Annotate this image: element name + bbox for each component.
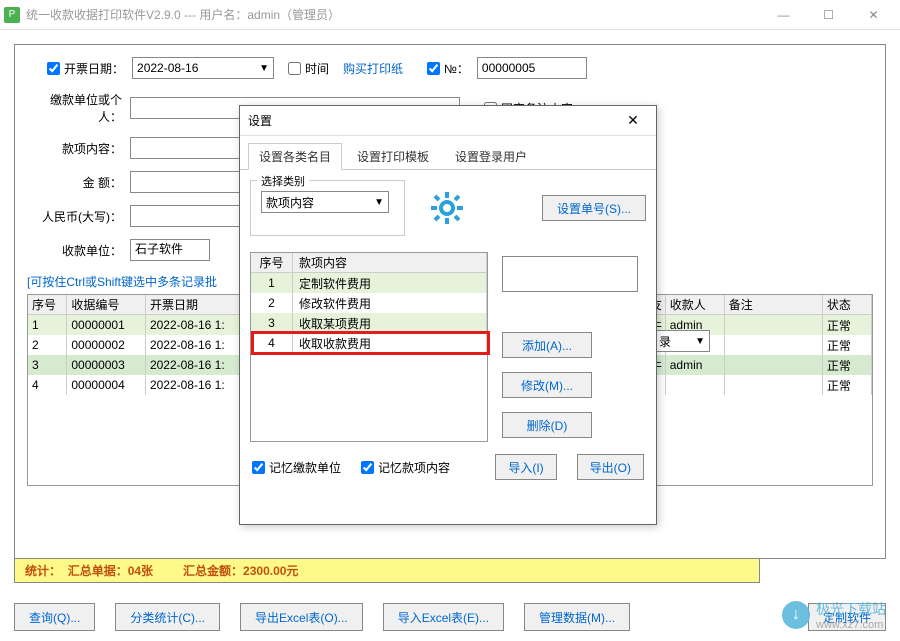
app-icon: P <box>4 7 20 23</box>
amount-cn-label: 人民币(大写)： <box>27 208 122 225</box>
close-button[interactable]: ✕ <box>851 0 896 30</box>
add-button[interactable]: 添加(A)... <box>502 332 592 358</box>
dialog-close-button[interactable]: ✕ <box>618 109 648 133</box>
stats-bar: 统计： 汇总单据：04张 汇总金额：2300.00元 <box>14 559 760 583</box>
amount-label: 金 额： <box>27 174 122 191</box>
time-checkbox-label[interactable]: 时间 <box>288 60 329 77</box>
manage-data-button[interactable]: 管理数据(M)... <box>524 603 630 631</box>
payee-label: 收款单位： <box>27 242 122 259</box>
num-input[interactable]: 00000005 <box>477 57 587 79</box>
date-checkbox-label[interactable]: 开票日期： <box>47 60 124 77</box>
titlebar: P 统一收款收据打印软件V2.9.0 --- 用户名：admin（管理员） — … <box>0 0 900 30</box>
tab-templates[interactable]: 设置打印模板 <box>346 143 440 170</box>
settings-dialog: 设置 ✕ 设置各类名目 设置打印模板 设置登录用户 选择类别 款项内容 ▼ 设置… <box>239 105 657 525</box>
watermark: ↓ 极光下载站 www.xz7.com <box>782 599 886 631</box>
maximize-button[interactable]: ☐ <box>806 0 851 30</box>
record-dropdown-fragment[interactable]: 录 ▼ <box>654 330 710 352</box>
import-button[interactable]: 导入(I) <box>495 454 556 480</box>
payee-input[interactable]: 石子软件 <box>130 239 210 261</box>
import-excel-button[interactable]: 导入Excel表(E)... <box>383 603 504 631</box>
export-button[interactable]: 导出(O) <box>577 454 644 480</box>
download-icon: ↓ <box>782 601 810 629</box>
item-input[interactable] <box>130 137 250 159</box>
num-checkbox-label[interactable]: №： <box>427 60 469 77</box>
category-table-header: 序号 款项内容 <box>251 253 487 273</box>
list-item[interactable]: 4收取收款费用 <box>251 333 487 353</box>
time-checkbox[interactable] <box>288 62 301 75</box>
remember-unit-checkbox-label[interactable]: 记忆缴款单位 <box>252 459 341 476</box>
dialog-title: 设置 <box>248 112 618 129</box>
date-checkbox[interactable] <box>47 62 60 75</box>
window-title: 统一收款收据打印软件V2.9.0 --- 用户名：admin（管理员） <box>26 6 761 23</box>
preview-box <box>502 256 638 292</box>
remember-item-checkbox-label[interactable]: 记忆款项内容 <box>361 459 450 476</box>
minimize-button[interactable]: — <box>761 0 806 30</box>
num-checkbox[interactable] <box>427 62 440 75</box>
set-number-button[interactable]: 设置单号(S)... <box>542 195 646 221</box>
export-excel-button[interactable]: 导出Excel表(O)... <box>240 603 363 631</box>
category-group: 选择类别 款项内容 ▼ <box>250 180 405 236</box>
classify-button[interactable]: 分类统计(C)... <box>115 603 220 631</box>
remember-unit-checkbox[interactable] <box>252 461 265 474</box>
gear-icon <box>429 190 465 226</box>
edit-button[interactable]: 修改(M)... <box>502 372 592 398</box>
remember-item-checkbox[interactable] <box>361 461 374 474</box>
amount-cn-input[interactable] <box>130 205 250 227</box>
list-item[interactable]: 1定制软件费用 <box>251 273 487 293</box>
list-item[interactable]: 2修改软件费用 <box>251 293 487 313</box>
chevron-down-icon: ▼ <box>259 63 269 74</box>
amount-input[interactable] <box>130 171 250 193</box>
delete-button[interactable]: 删除(D) <box>502 412 592 438</box>
query-button[interactable]: 查询(Q)... <box>14 603 95 631</box>
chevron-down-icon: ▼ <box>695 336 705 347</box>
tab-categories[interactable]: 设置各类名目 <box>248 143 342 170</box>
list-item[interactable]: 3收取某项费用 <box>251 313 487 333</box>
category-select[interactable]: 款项内容 ▼ <box>261 191 389 213</box>
tab-users[interactable]: 设置登录用户 <box>444 143 538 170</box>
date-input[interactable]: 2022-08-16 ▼ <box>132 57 274 79</box>
payer-label: 缴款单位或个人： <box>27 91 122 125</box>
category-table[interactable]: 序号 款项内容 1定制软件费用2修改软件费用3收取某项费用4收取收款费用 <box>250 252 488 442</box>
chevron-down-icon: ▼ <box>374 197 384 208</box>
buy-paper-link[interactable]: 购买打印纸 <box>343 60 403 77</box>
item-label: 款项内容： <box>27 140 122 157</box>
